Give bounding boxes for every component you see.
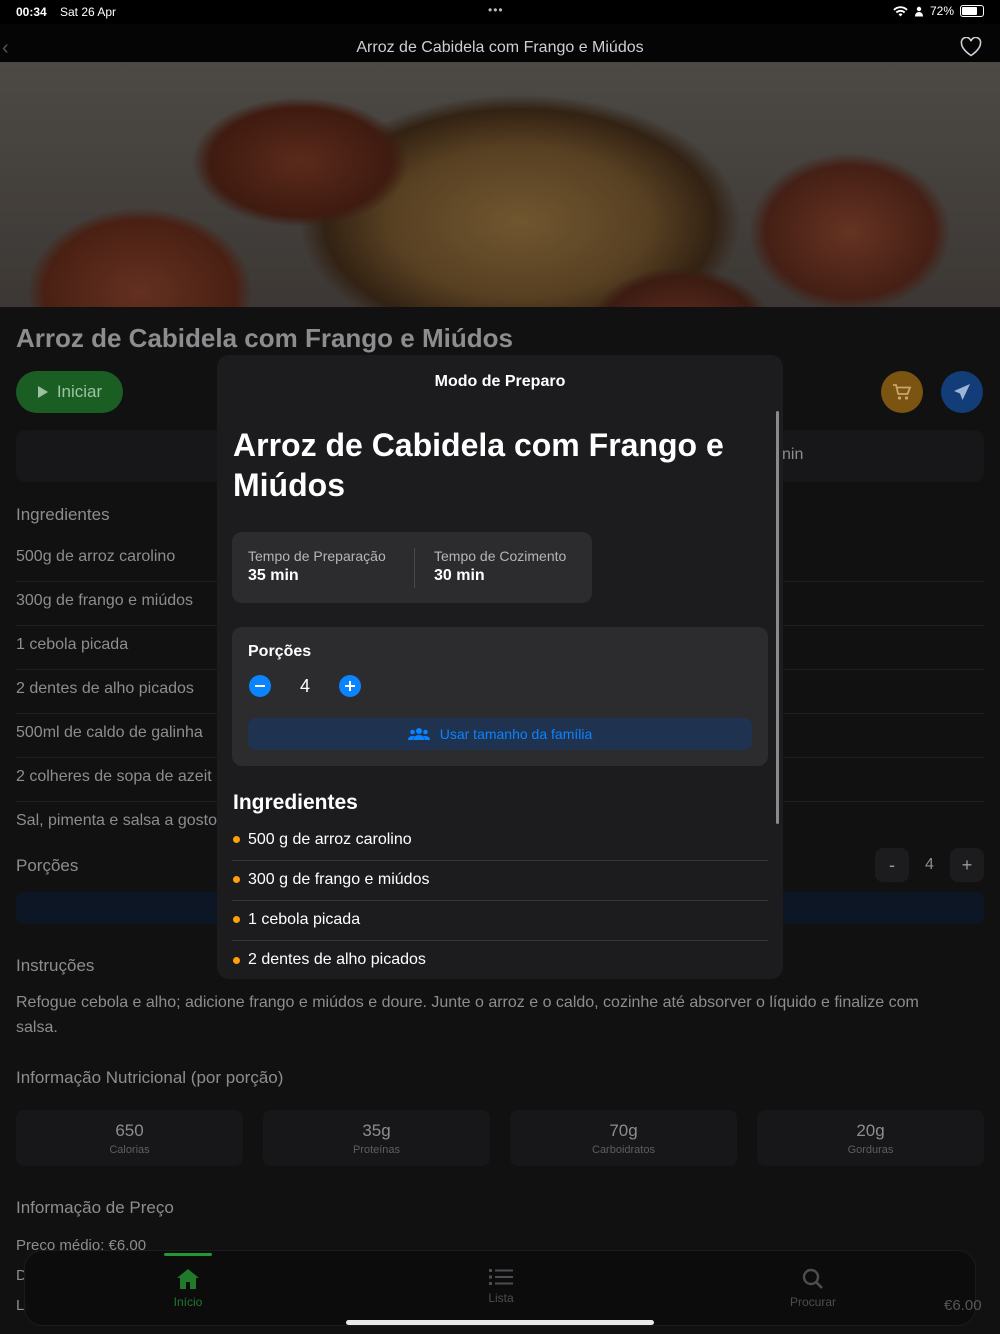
- nutrition-value: 35g: [362, 1121, 391, 1140]
- status-date: Sat 26 Apr: [60, 5, 117, 19]
- time-strip-text: nin: [782, 446, 804, 463]
- recipe-hero-image: [0, 62, 1000, 307]
- sheet-ingredient-row: 500 g de arroz carolino: [232, 821, 768, 861]
- recipe-title: Arroz de Cabidela com Frango e Miúdos: [16, 323, 513, 353]
- bullet-dot-icon: [233, 876, 240, 883]
- status-bar: 00:34 Sat 26 Apr ••• 72%: [0, 0, 1000, 24]
- minus-circle-icon[interactable]: [249, 675, 271, 697]
- sheet-scrollbar[interactable]: [776, 411, 779, 824]
- multitasking-dots-icon[interactable]: •••: [488, 3, 504, 17]
- search-icon: [802, 1268, 823, 1289]
- home-indicator[interactable]: [346, 1320, 654, 1325]
- plus-circle-icon[interactable]: [339, 675, 361, 697]
- portions-label: Porções: [16, 856, 79, 875]
- preparation-mode-sheet: Modo de Preparo Arroz de Cabidela com Fr…: [217, 355, 783, 979]
- portions-count: 4: [925, 856, 934, 873]
- nutrition-label: Proteínas: [352, 1144, 401, 1156]
- tab-procurar[interactable]: Procurar: [753, 1267, 873, 1309]
- times-divider: [414, 548, 415, 588]
- play-icon: [37, 386, 48, 398]
- people-icon: [407, 728, 430, 740]
- sheet-ingredient-text: 300 g de frango e miúdos: [248, 870, 430, 888]
- tab-label: Lista: [488, 1291, 514, 1305]
- nutrition-card-carbs: 70g Carboidratos: [510, 1110, 737, 1166]
- nutrition-card-protein: 35g Proteínas: [263, 1110, 490, 1166]
- nutrition-label: Calorias: [109, 1144, 150, 1156]
- bullet-dot-icon: [233, 916, 240, 923]
- nutrition-value: 650: [115, 1121, 144, 1140]
- share-button[interactable]: [941, 371, 983, 413]
- prep-time-label: Tempo de Preparação: [248, 548, 386, 564]
- portions-count: 4: [300, 676, 311, 696]
- price-total-cut: €6.00: [944, 1297, 982, 1314]
- wifi-icon: [893, 5, 908, 16]
- status-time: 00:34: [16, 5, 47, 19]
- sheet-ingredient-text: 2 dentes de alho picados: [248, 951, 426, 968]
- tab-lista[interactable]: Lista: [441, 1267, 561, 1305]
- use-family-size-button[interactable]: Usar tamanho da família: [248, 718, 752, 750]
- nutrition-card-calories: 650 Calorias: [16, 1110, 243, 1166]
- orientation-lock-icon: [914, 6, 923, 16]
- nutrition-value: 70g: [609, 1121, 638, 1140]
- decrease-portions-button[interactable]: -: [875, 848, 909, 882]
- bullet-dot-icon: [233, 836, 240, 843]
- battery-icon: [960, 5, 984, 17]
- prep-time-value: 35 min: [248, 567, 299, 584]
- prep-time: Tempo de Preparação 35 min: [248, 548, 386, 585]
- favorite-heart-icon[interactable]: [960, 37, 982, 57]
- sheet-title: Modo de Preparo: [434, 373, 566, 390]
- sheet-ingredient-row: 1 cebola picada: [232, 901, 768, 941]
- sheet-recipe-title: Arroz de Cabidela com Frango e Miúdos: [233, 427, 724, 503]
- tab-label: Início: [173, 1295, 203, 1309]
- use-family-size-label: Usar tamanho da família: [439, 726, 593, 742]
- add-to-cart-button[interactable]: [881, 371, 923, 413]
- start-button-label: Iniciar: [56, 382, 103, 401]
- nav-title: Arroz de Cabidela com Frango e Miúdos: [356, 39, 644, 56]
- sheet-ingredient-row: 2 dentes de alho picados: [232, 941, 768, 979]
- navigation-bar: ‹ Arroz de Cabidela com Frango e Miúdos: [0, 24, 1000, 62]
- nutrition-label: Gorduras: [847, 1144, 894, 1156]
- sheet-ingredient-row: 300 g de frango e miúdos: [232, 861, 768, 901]
- price-heading: Informação de Preço: [16, 1198, 174, 1217]
- tab-bar: Início Lista Procurar: [24, 1250, 976, 1326]
- bullet-dot-icon: [233, 956, 240, 964]
- cart-icon: [893, 384, 912, 400]
- status-right: 72%: [893, 4, 984, 18]
- battery-percent: 72%: [929, 4, 954, 18]
- list-icon: [489, 1269, 513, 1285]
- cook-time-label: Tempo de Cozimento: [434, 548, 567, 564]
- sheet-ingredient-text: 500 g de arroz carolino: [248, 830, 412, 848]
- tab-inicio[interactable]: Início: [128, 1267, 248, 1309]
- ingredients-heading: Ingredientes: [16, 505, 110, 524]
- nutrition-heading: Informação Nutricional (por porção): [16, 1068, 284, 1087]
- instructions-heading: Instruções: [16, 956, 95, 975]
- tab-label: Procurar: [789, 1295, 836, 1309]
- nutrition-value: 20g: [856, 1121, 885, 1140]
- portions-card: Porções 4 Usar tamanho da família: [232, 627, 768, 766]
- portions-stepper: - 4 +: [875, 847, 984, 883]
- times-card: Tempo de Preparação 35 min Tempo de Cozi…: [232, 532, 592, 603]
- active-tab-indicator: [164, 1253, 212, 1256]
- paper-plane-icon: [954, 384, 970, 400]
- increase-portions-button[interactable]: +: [950, 848, 984, 882]
- start-button[interactable]: Iniciar: [16, 371, 123, 413]
- cook-time-value: 30 min: [434, 567, 485, 584]
- nutrition-label: Carboidratos: [592, 1144, 655, 1156]
- portions-label: Porções: [248, 643, 312, 660]
- nutrition-card-fat: 20g Gorduras: [757, 1110, 984, 1166]
- sheet-ingredients-heading: Ingredientes: [233, 791, 358, 814]
- home-icon: [177, 1269, 199, 1289]
- sheet-ingredient-text: 1 cebola picada: [248, 910, 361, 928]
- instructions-text: Refogue cebola e alho; adicione frango e…: [16, 994, 919, 1036]
- cook-time: Tempo de Cozimento 30 min: [434, 548, 566, 585]
